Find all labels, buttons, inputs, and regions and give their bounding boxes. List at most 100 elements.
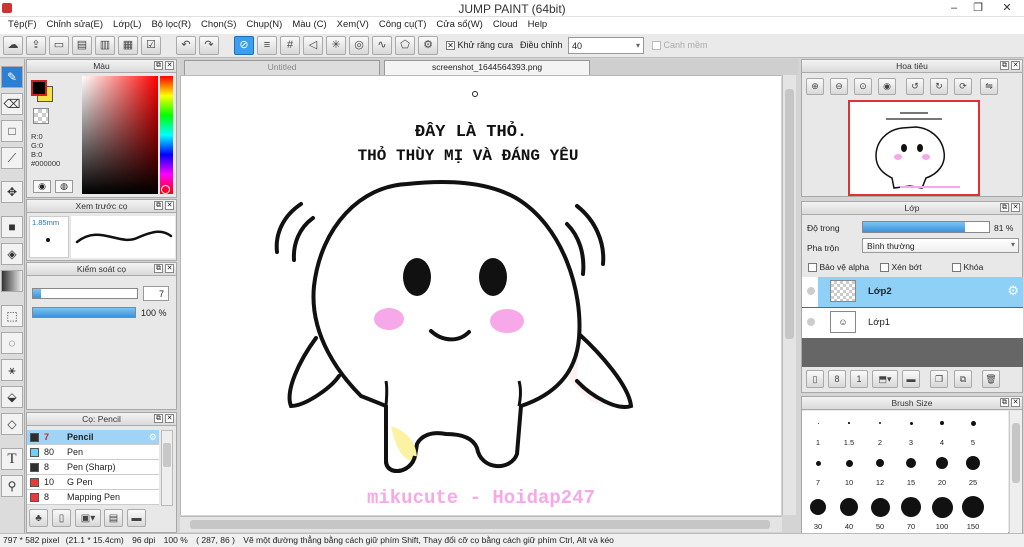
menu-view[interactable]: Xem(V): [332, 17, 374, 34]
brush-tree-icon[interactable]: ♣: [29, 509, 48, 527]
menu-tools[interactable]: Công cụ(T): [374, 17, 432, 34]
brush-size-dot[interactable]: [845, 459, 853, 467]
menu-filter[interactable]: Bộ lọc(R): [146, 17, 196, 34]
panel-popout-icon[interactable]: ⧉: [154, 61, 163, 70]
brush-item-g-pen[interactable]: 10 G Pen: [27, 475, 159, 490]
panel-popout-icon[interactable]: ⧉: [154, 201, 163, 210]
brush-size-dot[interactable]: [870, 497, 890, 517]
layer-opacity-slider[interactable]: [862, 221, 990, 233]
layer-merge-icon[interactable]: ⧉: [954, 370, 972, 388]
palette-icon[interactable]: ◉: [33, 180, 51, 193]
panel-popout-icon[interactable]: ⧉: [1000, 203, 1009, 212]
menu-select[interactable]: Chọn(S): [196, 17, 241, 34]
layer-add-menu-icon[interactable]: ⬒▾: [872, 370, 898, 388]
margin-checkbox[interactable]: [652, 41, 661, 51]
select-eraser-tool-icon[interactable]: ◇: [1, 413, 23, 435]
fill-rect-tool-icon[interactable]: ■: [1, 216, 23, 238]
comment-icon[interactable]: ▭: [49, 36, 69, 55]
menu-help[interactable]: Help: [523, 17, 553, 34]
scrollbar-thumb[interactable]: [1012, 423, 1020, 483]
brush-size-dot[interactable]: [936, 457, 948, 469]
lasso-tool-icon[interactable]: ◌: [1, 332, 23, 354]
brush-size-dot[interactable]: [815, 460, 821, 466]
transparent-swatch[interactable]: [33, 108, 49, 124]
restore-icon[interactable]: ❐: [966, 0, 990, 16]
line-tool-icon[interactable]: ⟋: [1, 147, 23, 169]
scrollbar-thumb[interactable]: [163, 443, 171, 467]
layer-8bit-icon[interactable]: 8: [828, 370, 846, 388]
visibility-icon[interactable]: [807, 318, 815, 326]
drawing-canvas[interactable]: ĐÂY LÀ THỎ. THỎ THÙY MỊ VÀ ĐÁNG YÊU miku…: [181, 76, 781, 515]
antialias-checkbox[interactable]: ✕: [446, 41, 455, 51]
brush-item-mapping-pen[interactable]: 8 Mapping Pen: [27, 490, 159, 505]
brush-list-scrollbar[interactable]: [161, 430, 173, 506]
zoom-actual-icon[interactable]: ◉: [878, 78, 896, 95]
brush-size-scrollbar[interactable]: [1009, 411, 1022, 533]
undo-icon[interactable]: ↶: [176, 36, 196, 55]
brush-size-dot[interactable]: [879, 422, 881, 424]
new-layer-icon[interactable]: ▯: [806, 370, 824, 388]
brush-opacity-slider[interactable]: [32, 307, 136, 318]
brush-doc-icon[interactable]: ▤: [104, 509, 123, 527]
canvas-hscrollbar[interactable]: [180, 516, 782, 532]
blend-mode-dropdown[interactable]: Bình thường ▾: [862, 238, 1019, 253]
layer-row-lop1[interactable]: ☺ Lớp1: [802, 308, 1023, 338]
radial-icon[interactable]: ✳: [326, 36, 346, 55]
eraser-tool-icon[interactable]: ⌫: [1, 93, 23, 115]
saturation-value-field[interactable]: [82, 76, 158, 194]
brush-item-pen-sharp[interactable]: 8 Pen (Sharp): [27, 460, 159, 475]
scrollbar-thumb[interactable]: [785, 89, 794, 339]
rotate-reset-icon[interactable]: ⟳: [954, 78, 972, 95]
visibility-icon[interactable]: [807, 287, 815, 295]
clip-checkbox[interactable]: [880, 263, 889, 273]
panel-close-icon[interactable]: ✕: [165, 414, 174, 423]
hue-slider[interactable]: [160, 76, 173, 194]
trash-icon[interactable]: 🗑: [982, 370, 1000, 388]
panel-popout-icon[interactable]: ⧉: [1000, 61, 1009, 70]
zoom-out-icon[interactable]: ⊖: [830, 78, 848, 95]
redo-icon[interactable]: ↷: [199, 36, 219, 55]
panel-popout-icon[interactable]: ⧉: [1000, 398, 1009, 407]
brush-size-dot[interactable]: [901, 497, 921, 517]
export-icon[interactable]: ⇪: [26, 36, 46, 55]
layer-row-lop2[interactable]: Lớp2 ⚙: [802, 277, 1023, 307]
brush-size-dot[interactable]: [970, 420, 976, 426]
scrollbar-thumb[interactable]: [190, 520, 770, 529]
rotate-left-icon[interactable]: ↺: [906, 78, 924, 95]
settings-icon[interactable]: ⚙: [418, 36, 438, 55]
document-icon[interactable]: ▥: [95, 36, 115, 55]
brush-size-dot[interactable]: [940, 421, 944, 425]
panel-close-icon[interactable]: ✕: [1011, 398, 1020, 407]
eyedropper-tool-icon[interactable]: ⚲: [1, 475, 23, 497]
panel-close-icon[interactable]: ✕: [165, 264, 174, 273]
perspective-icon[interactable]: ◁: [303, 36, 323, 55]
polygon-icon[interactable]: ⬠: [395, 36, 415, 55]
navigator-preview[interactable]: [848, 100, 980, 196]
gear-icon[interactable]: ⚙: [149, 430, 157, 444]
curve-icon[interactable]: ∿: [372, 36, 392, 55]
brush-size-dot[interactable]: [966, 456, 980, 470]
new-brush-icon[interactable]: ▯: [52, 509, 71, 527]
layer-1bit-icon[interactable]: 1: [850, 370, 868, 388]
layer-copy-icon[interactable]: ❐: [930, 370, 948, 388]
bucket-tool-icon[interactable]: ◈: [1, 243, 23, 265]
select-pen-tool-icon[interactable]: ⬙: [1, 386, 23, 408]
no-snap-icon[interactable]: ⊘: [234, 36, 254, 55]
minimize-icon[interactable]: –: [942, 0, 966, 16]
panel-close-icon[interactable]: ✕: [1011, 203, 1020, 212]
concentric-icon[interactable]: ◎: [349, 36, 369, 55]
zoom-in-icon[interactable]: ⊕: [806, 78, 824, 95]
page-icon[interactable]: ▦: [118, 36, 138, 55]
rectangle-tool-icon[interactable]: □: [1, 120, 23, 142]
gradient-tool-icon[interactable]: [1, 270, 23, 292]
checklist-icon[interactable]: ☑: [141, 36, 161, 55]
tab-untitled[interactable]: Untitled: [184, 60, 380, 75]
panel-popout-icon[interactable]: ⧉: [154, 414, 163, 423]
menu-layer[interactable]: Lớp(L): [108, 17, 146, 34]
brush-size-dot[interactable]: [876, 459, 884, 467]
text-tool-icon[interactable]: T: [1, 448, 23, 470]
adjust-dropdown[interactable]: 40 ▾: [568, 37, 644, 54]
menu-capture[interactable]: Chụp(N): [241, 17, 287, 34]
eyedropper-icon[interactable]: ◍: [55, 180, 73, 193]
rotate-right-icon[interactable]: ↻: [930, 78, 948, 95]
